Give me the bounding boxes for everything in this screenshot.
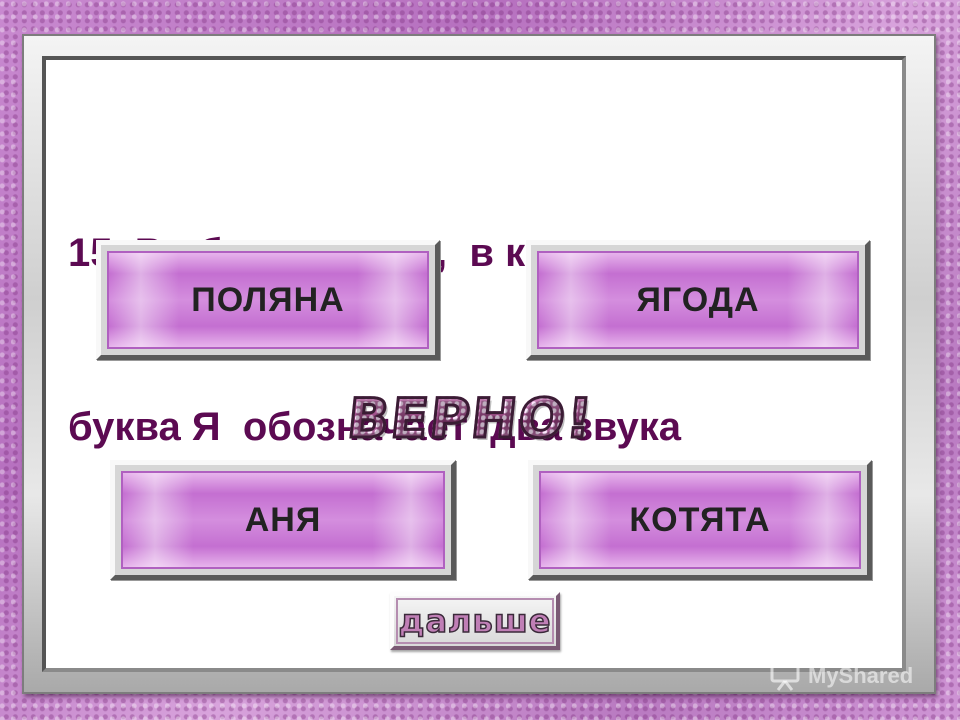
watermark-text: MyShared: [808, 663, 914, 688]
answer-label: ПОЛЯНА: [191, 280, 345, 319]
answer-face: ЯГОДА: [537, 251, 859, 349]
answer-button-yagoda[interactable]: ЯГОДА: [526, 240, 870, 360]
answer-face: АНЯ: [121, 471, 445, 569]
answer-button-polyana[interactable]: ПОЛЯНА: [96, 240, 440, 360]
answer-label: ЯГОДА: [636, 280, 760, 319]
answer-label: АНЯ: [244, 500, 322, 539]
answer-button-anya[interactable]: АНЯ: [110, 460, 456, 580]
answer-label: КОТЯТА: [629, 500, 771, 539]
feedback-banner: ВЕРНО!: [306, 385, 636, 451]
answer-button-kotyata[interactable]: КОТЯТА: [528, 460, 872, 580]
next-button-label: дальше: [398, 601, 552, 641]
answer-face: КОТЯТА: [539, 471, 861, 569]
presentation-icon: [770, 662, 800, 691]
watermark: MyShared: [768, 656, 913, 696]
next-button[interactable]: дальше: [390, 592, 560, 650]
answer-face: ПОЛЯНА: [107, 251, 429, 349]
feedback-text: ВЕРНО!: [344, 385, 599, 451]
